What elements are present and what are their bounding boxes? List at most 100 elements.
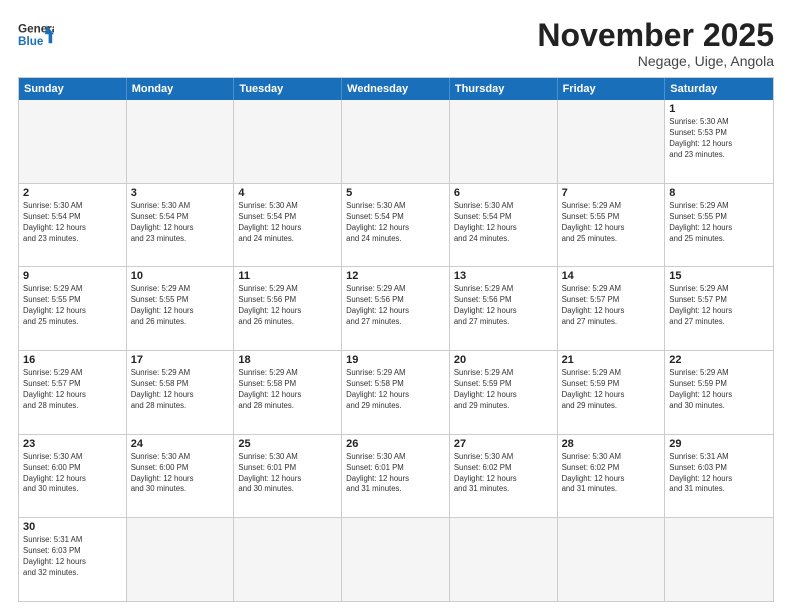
day-info: Sunrise: 5:30 AMSunset: 5:54 PMDaylight:… [23,201,122,245]
day-info: Sunrise: 5:29 AMSunset: 5:55 PMDaylight:… [23,284,122,328]
day-number: 13 [454,270,553,282]
calendar-cell: 26Sunrise: 5:30 AMSunset: 6:01 PMDayligh… [342,435,450,518]
day-info: Sunrise: 5:29 AMSunset: 5:58 PMDaylight:… [346,368,445,412]
day-info: Sunrise: 5:29 AMSunset: 5:55 PMDaylight:… [562,201,661,245]
day-info: Sunrise: 5:30 AMSunset: 6:00 PMDaylight:… [23,452,122,496]
calendar-cell: 30Sunrise: 5:31 AMSunset: 6:03 PMDayligh… [19,518,127,601]
calendar-cell: 16Sunrise: 5:29 AMSunset: 5:57 PMDayligh… [19,351,127,434]
day-number: 9 [23,270,122,282]
day-info: Sunrise: 5:29 AMSunset: 5:59 PMDaylight:… [562,368,661,412]
day-info: Sunrise: 5:30 AMSunset: 6:02 PMDaylight:… [562,452,661,496]
day-info: Sunrise: 5:29 AMSunset: 5:55 PMDaylight:… [131,284,230,328]
weekday-header-monday: Monday [127,78,235,100]
day-info: Sunrise: 5:29 AMSunset: 5:59 PMDaylight:… [669,368,769,412]
calendar-row-2: 9 Sunrise: 5:29 AMSunset: 5:55 PMDaylight… [19,266,773,350]
calendar-cell: 13 Sunrise: 5:29 AMSunset: 5:56 PMDayligh… [450,267,558,350]
calendar-cell: 25 Sunrise: 5:30 AMSunset: 6:01 PMDayligh… [234,435,342,518]
day-number: 5 [346,187,445,199]
calendar-cell [450,518,558,601]
calendar-cell: 20Sunrise: 5:29 AMSunset: 5:59 PMDayligh… [450,351,558,434]
day-info: Sunrise: 5:29 AMSunset: 5:58 PMDaylight:… [131,368,230,412]
day-info: Sunrise: 5:29 AMSunset: 5:56 PMDaylight:… [346,284,445,328]
day-number: 12 [346,270,445,282]
day-number: 20 [454,354,553,366]
calendar-cell: 15 Sunrise: 5:29 AMSunset: 5:57 PMDayligh… [665,267,773,350]
calendar-cell [19,100,127,183]
day-info: Sunrise: 5:30 AMSunset: 5:54 PMDaylight:… [346,201,445,245]
generalblue-logo-icon: General Blue [18,18,54,54]
calendar-cell [234,100,342,183]
day-number: 4 [238,187,337,199]
calendar-cell [127,518,235,601]
day-number: 15 [669,270,769,282]
calendar-header: SundayMondayTuesdayWednesdayThursdayFrid… [19,78,773,100]
page: General Blue November 2025 Negage, Uige,… [0,0,792,612]
day-info: Sunrise: 5:30 AMSunset: 6:02 PMDaylight:… [454,452,553,496]
calendar-cell: 1Sunrise: 5:30 AMSunset: 5:53 PMDaylight… [665,100,773,183]
day-number: 26 [346,438,445,450]
day-number: 25 [238,438,337,450]
day-info: Sunrise: 5:29 AMSunset: 5:55 PMDaylight:… [669,201,769,245]
day-number: 7 [562,187,661,199]
calendar-cell [558,100,666,183]
calendar-row-4: 23 Sunrise: 5:30 AMSunset: 6:00 PMDayligh… [19,434,773,518]
calendar-cell: 28Sunrise: 5:30 AMSunset: 6:02 PMDayligh… [558,435,666,518]
calendar-cell: 7 Sunrise: 5:29 AMSunset: 5:55 PMDaylight… [558,184,666,267]
calendar-body: 1Sunrise: 5:30 AMSunset: 5:53 PMDaylight… [19,100,773,601]
calendar-cell: 27 Sunrise: 5:30 AMSunset: 6:02 PMDayligh… [450,435,558,518]
title-block: November 2025 Negage, Uige, Angola [537,18,774,69]
day-info: Sunrise: 5:30 AMSunset: 6:00 PMDaylight:… [131,452,230,496]
day-number: 29 [669,438,769,450]
calendar-row-1: 2Sunrise: 5:30 AMSunset: 5:54 PMDaylight… [19,183,773,267]
day-number: 6 [454,187,553,199]
day-info: Sunrise: 5:29 AMSunset: 5:58 PMDaylight:… [238,368,337,412]
day-number: 11 [238,270,337,282]
day-number: 22 [669,354,769,366]
day-number: 24 [131,438,230,450]
calendar: SundayMondayTuesdayWednesdayThursdayFrid… [18,77,774,602]
calendar-cell: 24 Sunrise: 5:30 AMSunset: 6:00 PMDayligh… [127,435,235,518]
header: General Blue November 2025 Negage, Uige,… [18,18,774,69]
calendar-cell: 29Sunrise: 5:31 AMSunset: 6:03 PMDayligh… [665,435,773,518]
calendar-cell [450,100,558,183]
day-number: 14 [562,270,661,282]
weekday-header-saturday: Saturday [665,78,773,100]
calendar-cell: 21Sunrise: 5:29 AMSunset: 5:59 PMDayligh… [558,351,666,434]
calendar-row-3: 16Sunrise: 5:29 AMSunset: 5:57 PMDayligh… [19,350,773,434]
day-info: Sunrise: 5:29 AMSunset: 5:57 PMDaylight:… [669,284,769,328]
day-number: 23 [23,438,122,450]
day-info: Sunrise: 5:29 AMSunset: 5:57 PMDaylight:… [23,368,122,412]
calendar-cell: 18Sunrise: 5:29 AMSunset: 5:58 PMDayligh… [234,351,342,434]
logo: General Blue [18,18,54,54]
calendar-cell: 2Sunrise: 5:30 AMSunset: 5:54 PMDaylight… [19,184,127,267]
calendar-cell: 6Sunrise: 5:30 AMSunset: 5:54 PMDaylight… [450,184,558,267]
svg-text:Blue: Blue [18,35,44,48]
weekday-header-tuesday: Tuesday [234,78,342,100]
day-number: 19 [346,354,445,366]
calendar-cell: 9 Sunrise: 5:29 AMSunset: 5:55 PMDaylight… [19,267,127,350]
day-info: Sunrise: 5:30 AMSunset: 5:54 PMDaylight:… [238,201,337,245]
calendar-cell: 8Sunrise: 5:29 AMSunset: 5:55 PMDaylight… [665,184,773,267]
day-number: 27 [454,438,553,450]
day-info: Sunrise: 5:31 AMSunset: 6:03 PMDaylight:… [23,535,122,579]
calendar-cell: 5 Sunrise: 5:30 AMSunset: 5:54 PMDaylight… [342,184,450,267]
calendar-cell: 4 Sunrise: 5:30 AMSunset: 5:54 PMDaylight… [234,184,342,267]
calendar-cell: 22 Sunrise: 5:29 AMSunset: 5:59 PMDayligh… [665,351,773,434]
calendar-cell [558,518,666,601]
calendar-cell [665,518,773,601]
day-info: Sunrise: 5:30 AMSunset: 6:01 PMDaylight:… [238,452,337,496]
day-info: Sunrise: 5:29 AMSunset: 5:57 PMDaylight:… [562,284,661,328]
day-info: Sunrise: 5:29 AMSunset: 5:56 PMDaylight:… [454,284,553,328]
weekday-header-sunday: Sunday [19,78,127,100]
calendar-cell: 10Sunrise: 5:29 AMSunset: 5:55 PMDayligh… [127,267,235,350]
location: Negage, Uige, Angola [537,53,774,69]
day-info: Sunrise: 5:30 AMSunset: 5:54 PMDaylight:… [131,201,230,245]
weekday-header-thursday: Thursday [450,78,558,100]
calendar-cell: 14 Sunrise: 5:29 AMSunset: 5:57 PMDayligh… [558,267,666,350]
month-title: November 2025 [537,18,774,53]
calendar-cell: 3Sunrise: 5:30 AMSunset: 5:54 PMDaylight… [127,184,235,267]
calendar-cell: 19 Sunrise: 5:29 AMSunset: 5:58 PMDayligh… [342,351,450,434]
calendar-row-5: 30Sunrise: 5:31 AMSunset: 6:03 PMDayligh… [19,517,773,601]
day-number: 17 [131,354,230,366]
day-info: Sunrise: 5:30 AMSunset: 5:53 PMDaylight:… [669,117,769,161]
